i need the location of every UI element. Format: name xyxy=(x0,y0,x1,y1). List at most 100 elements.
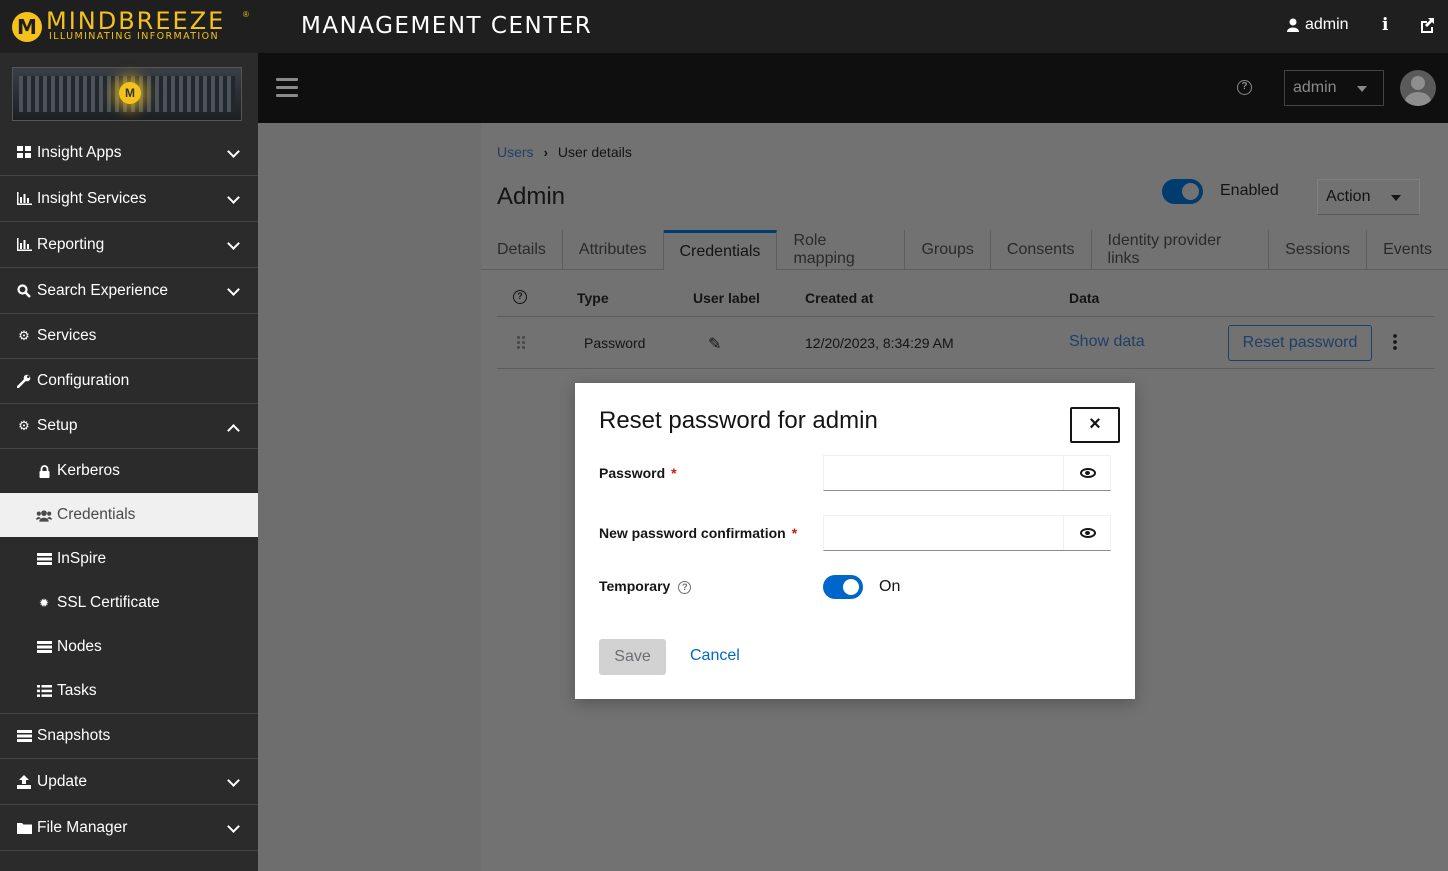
bar-chart-icon xyxy=(16,191,32,207)
column-header-user-label: User label xyxy=(693,290,760,306)
action-dropdown[interactable]: Action xyxy=(1317,179,1420,215)
user-dropdown-label: admin xyxy=(1293,79,1337,96)
sidebar-item-label: Credentials xyxy=(57,506,136,523)
top-user-menu[interactable]: admin xyxy=(1287,16,1349,34)
breadcrumb-users-link[interactable]: Users xyxy=(497,144,534,160)
chevron-down-icon xyxy=(227,820,240,833)
sidebar-item-tasks[interactable]: Tasks xyxy=(0,669,258,713)
avatar[interactable] xyxy=(1400,70,1436,106)
tab-credentials[interactable]: Credentials xyxy=(663,230,778,270)
sidebar-item-credentials[interactable]: Credentials xyxy=(0,493,258,537)
chevron-down-icon xyxy=(227,145,240,158)
tab-details[interactable]: Details xyxy=(481,230,563,270)
chevron-down-icon xyxy=(227,774,240,787)
save-button[interactable]: Save xyxy=(599,639,666,675)
mindbreeze-logo[interactable]: M MINDBREEZE ® ILLUMINATING INFORMATION xyxy=(12,9,252,44)
sidebar-item-inspire[interactable]: InSpire xyxy=(0,537,258,581)
page-title: Admin xyxy=(497,183,566,210)
column-header-type: Type xyxy=(577,290,609,306)
sidebar-item-setup[interactable]: ⚙ Setup xyxy=(0,404,258,449)
chevron-up-icon xyxy=(227,424,240,437)
sidebar-item-label: Insight Apps xyxy=(37,143,122,161)
sidebar-item-label: Reporting xyxy=(37,235,105,253)
sidebar-item-file-manager[interactable]: File Manager xyxy=(0,805,258,851)
caret-down-icon xyxy=(1391,195,1401,201)
top-bar: M MINDBREEZE ® ILLUMINATING INFORMATION … xyxy=(0,0,1448,53)
cancel-button[interactable]: Cancel xyxy=(690,647,740,665)
temporary-label: Temporary? xyxy=(599,578,692,594)
info-icon[interactable]: i xyxy=(1382,15,1388,35)
user-dropdown[interactable]: admin xyxy=(1284,70,1384,106)
tab-groups[interactable]: Groups xyxy=(905,230,991,270)
caret-down-icon xyxy=(1357,86,1367,92)
masthead: ? admin xyxy=(258,53,1448,123)
server-icon xyxy=(36,639,52,655)
close-icon[interactable]: × xyxy=(1070,407,1120,443)
wrench-icon xyxy=(16,373,32,389)
chevron-right-icon: › xyxy=(543,144,548,160)
eye-icon xyxy=(1079,468,1096,478)
sidebar-item-label: Services xyxy=(37,327,97,344)
sidebar-item-services[interactable]: ⚙ Services xyxy=(0,314,258,359)
search-icon xyxy=(16,283,32,299)
tab-sessions[interactable]: Sessions xyxy=(1269,230,1368,270)
sidebar-item-label: Insight Services xyxy=(37,189,147,207)
enabled-toggle[interactable] xyxy=(1162,179,1203,204)
upload-icon xyxy=(16,774,32,790)
confirm-password-label: New password confirmation * xyxy=(599,525,798,541)
temporary-toggle[interactable] xyxy=(823,575,863,599)
logo-tagline: ILLUMINATING INFORMATION xyxy=(49,31,220,42)
drag-handle-icon[interactable] xyxy=(516,335,526,351)
tab-attributes[interactable]: Attributes xyxy=(563,230,664,270)
sidebar-item-update[interactable]: Update xyxy=(0,759,258,805)
sidebar-item-kerberos[interactable]: Kerberos xyxy=(0,449,258,493)
help-icon[interactable]: ? xyxy=(678,580,692,594)
eye-icon xyxy=(1079,528,1096,538)
help-icon[interactable]: ? xyxy=(1237,80,1252,95)
sidebar-item-label: Snapshots xyxy=(37,727,111,744)
sidebar-item-ssl-certificate[interactable]: ✹ SSL Certificate xyxy=(0,581,258,625)
chevron-down-icon xyxy=(227,237,240,250)
folder-icon xyxy=(16,820,32,836)
bar-chart-icon xyxy=(16,237,32,253)
show-confirm-password-button[interactable] xyxy=(1063,516,1111,550)
gear-icon: ⚙ xyxy=(18,328,30,343)
sidebar-item-search-experience[interactable]: Search Experience xyxy=(0,268,258,314)
external-link-icon[interactable] xyxy=(1418,16,1436,34)
password-field[interactable] xyxy=(824,456,1064,490)
sidebar-item-nodes[interactable]: Nodes xyxy=(0,625,258,669)
show-data-link[interactable]: Show data xyxy=(1069,333,1145,351)
sidebar-nav: Insight Apps Insight Services Reporting … xyxy=(0,130,258,851)
gears-icon: ⚙ xyxy=(18,418,30,433)
reset-password-button[interactable]: Reset password xyxy=(1228,325,1372,361)
tab-role-mapping[interactable]: Role mapping xyxy=(777,230,906,270)
sidebar-item-configuration[interactable]: Configuration xyxy=(0,359,258,404)
action-dropdown-label: Action xyxy=(1326,188,1371,205)
tab-identity-provider-links[interactable]: Identity provider links xyxy=(1092,230,1270,270)
kebab-menu-icon[interactable] xyxy=(1393,333,1397,351)
credentials-table-header: ? Type User label Created at Data xyxy=(497,285,1435,317)
confirm-password-field[interactable] xyxy=(824,516,1064,550)
credential-type: Password xyxy=(584,335,646,351)
logo-registered: ® xyxy=(243,10,249,19)
sidebar-item-label: Kerberos xyxy=(57,462,120,479)
reset-password-modal: Reset password for admin × Password * New… xyxy=(575,383,1135,699)
breadcrumb-current: User details xyxy=(557,144,632,160)
show-password-button[interactable] xyxy=(1063,456,1111,490)
sidebar-item-label: Update xyxy=(37,772,87,790)
sidebar-item-label: Nodes xyxy=(57,638,102,655)
sidebar-item-reporting[interactable]: Reporting xyxy=(0,222,258,268)
tab-consents[interactable]: Consents xyxy=(991,230,1092,270)
grid-icon xyxy=(16,145,32,161)
sidebar-item-insight-apps[interactable]: Insight Apps xyxy=(0,130,258,176)
sidebar-item-snapshots[interactable]: Snapshots xyxy=(0,714,258,759)
user-tabs: Details Attributes Credentials Role mapp… xyxy=(481,230,1448,270)
confirm-password-field-group xyxy=(823,515,1111,551)
pencil-icon[interactable]: ✎ xyxy=(708,334,721,354)
server-logo-icon: M xyxy=(119,82,141,104)
tab-events[interactable]: Events xyxy=(1367,230,1448,270)
sidebar-item-insight-services[interactable]: Insight Services xyxy=(0,176,258,222)
breadcrumb: Users › User details xyxy=(497,144,632,160)
hamburger-menu-icon[interactable] xyxy=(276,78,298,97)
help-icon[interactable]: ? xyxy=(513,290,527,304)
